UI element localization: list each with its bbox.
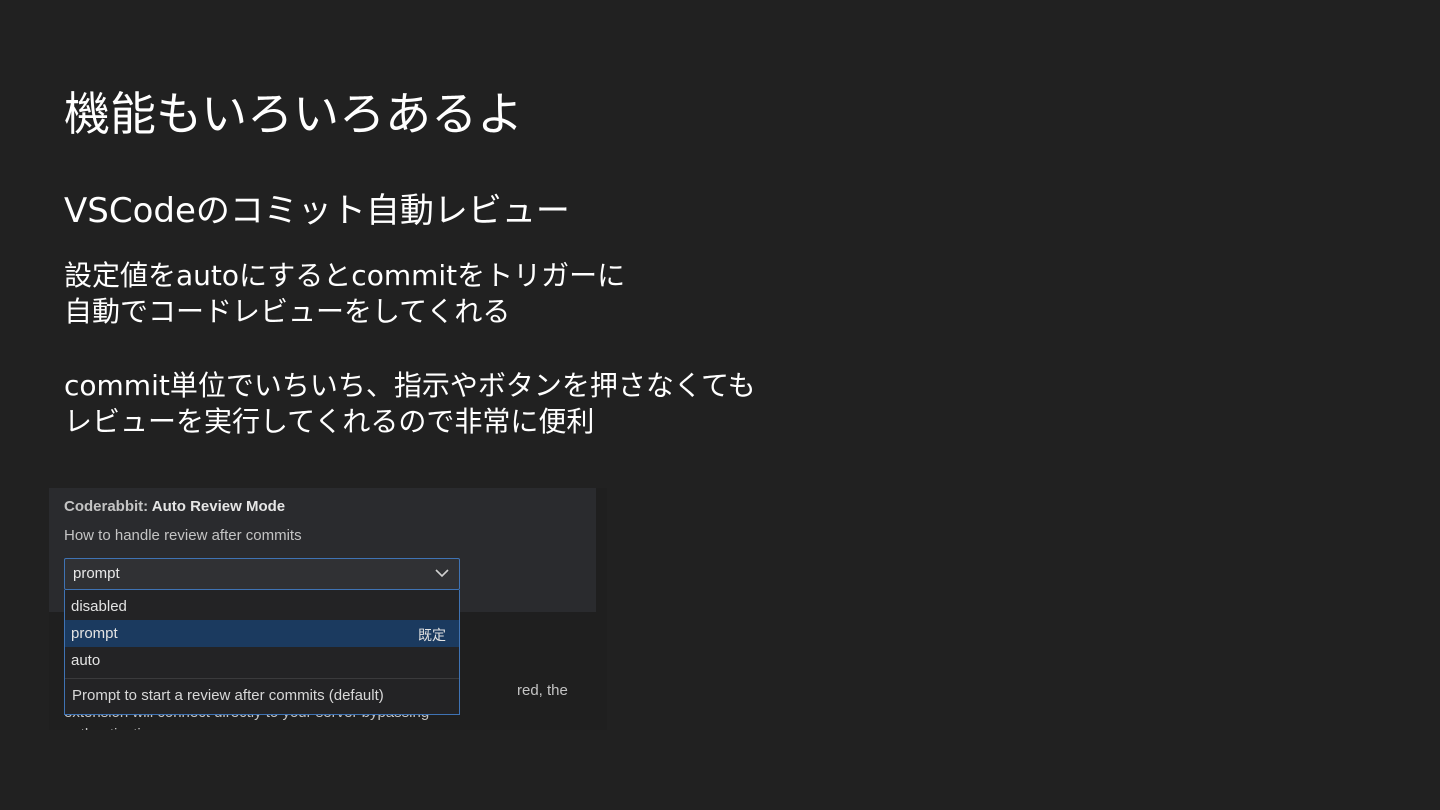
- dropdown-divider: [65, 678, 459, 679]
- option-label: disabled: [71, 598, 127, 615]
- default-tag: 既定: [418, 627, 446, 643]
- slide-title: 機能もいろいろあるよ: [64, 87, 524, 141]
- option-label: auto: [71, 652, 101, 669]
- option-description: Prompt to start a review after commits (…: [72, 687, 384, 704]
- obscured-description-fragment: red, the: [517, 682, 568, 699]
- slide-subtitle: VSCodeのコミット自動レビュー: [64, 191, 570, 231]
- select-value: prompt: [73, 565, 120, 582]
- body-line-2: 自動でコードレビューをしてくれる: [64, 295, 511, 328]
- option-disabled[interactable]: disabled: [65, 593, 459, 620]
- setting-title-name: Auto Review Mode: [151, 498, 286, 515]
- setting-title-prefix: Coderabbit:: [64, 498, 152, 515]
- obscured-description-line: authentication: [64, 726, 157, 730]
- option-label: prompt: [71, 625, 118, 642]
- body-line-4: レビューを実行してくれるので非常に便利: [64, 405, 595, 438]
- body-line-1: 設定値をautoにするとcommitをトリガーに: [64, 259, 626, 292]
- setting-description: How to handle review after commits: [64, 527, 302, 544]
- option-auto[interactable]: auto: [65, 647, 459, 674]
- select-dropdown-list: disabled prompt 既定 auto Prompt to start …: [64, 590, 460, 715]
- option-prompt[interactable]: prompt 既定: [65, 620, 459, 647]
- vscode-settings-screenshot: Coderabbit: Auto Review Mode How to hand…: [49, 488, 607, 730]
- auto-review-mode-select[interactable]: prompt: [64, 558, 460, 590]
- body-line-3: commit単位でいちいち、指示やボタンを押さなくても: [64, 369, 756, 402]
- setting-title: Coderabbit: Auto Review Mode: [64, 498, 285, 515]
- chevron-down-icon: [435, 569, 449, 578]
